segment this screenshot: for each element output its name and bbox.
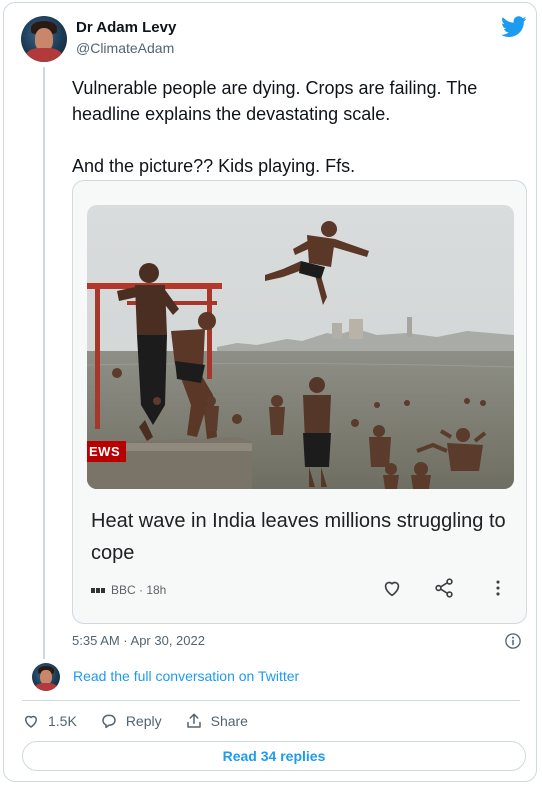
author-handle[interactable]: @ClimateAdam <box>76 40 174 56</box>
author-name[interactable]: Dr Adam Levy <box>76 19 176 36</box>
article-headline[interactable]: Heat wave in India leaves millions strug… <box>91 505 511 569</box>
info-icon[interactable] <box>504 632 522 650</box>
upload-share-icon <box>186 713 201 728</box>
reply-button[interactable]: Reply <box>100 712 162 730</box>
source-label: BBC · 18h <box>111 583 167 597</box>
reply-label: Reply <box>125 713 162 729</box>
news-photo[interactable]: EWS <box>87 205 514 489</box>
read-full-conversation-link[interactable]: Read the full conversation on Twitter <box>73 668 299 684</box>
reply-bubble-icon <box>102 714 116 729</box>
bbc-news-tag: EWS <box>87 441 127 462</box>
thread-line <box>43 67 45 659</box>
divider <box>22 700 520 701</box>
link-preview-card[interactable]: EWS Heat wave in India leaves millions s… <box>72 180 527 624</box>
more-vertical-icon[interactable] <box>487 577 509 599</box>
tweet-timestamp[interactable]: 5:35 AM · Apr 30, 2022 <box>72 633 205 648</box>
twitter-bird-icon[interactable] <box>501 16 527 38</box>
author-avatar-small[interactable] <box>32 663 60 691</box>
heart-icon[interactable] <box>381 577 403 599</box>
tweet-card: Dr Adam Levy @ClimateAdam Vulnerable peo… <box>3 2 537 782</box>
bbc-logo-icon <box>91 587 105 593</box>
tweet-line-1: Vulnerable people are dying. Crops are f… <box>72 78 478 124</box>
like-count: 1.5K <box>48 713 77 729</box>
tweet-actions: 1.5K Reply Share <box>22 711 271 731</box>
article-source: BBC · 18h <box>91 581 166 599</box>
share-button[interactable]: Share <box>185 712 248 730</box>
tweet-line-2: And the picture?? Kids playing. Ffs. <box>72 156 356 176</box>
share-label: Share <box>210 713 248 729</box>
author-avatar[interactable] <box>21 16 67 62</box>
heart-icon <box>25 715 37 728</box>
like-button[interactable]: 1.5K <box>22 712 77 730</box>
share-icon[interactable] <box>433 577 455 599</box>
read-replies-button[interactable]: Read 34 replies <box>22 741 526 771</box>
